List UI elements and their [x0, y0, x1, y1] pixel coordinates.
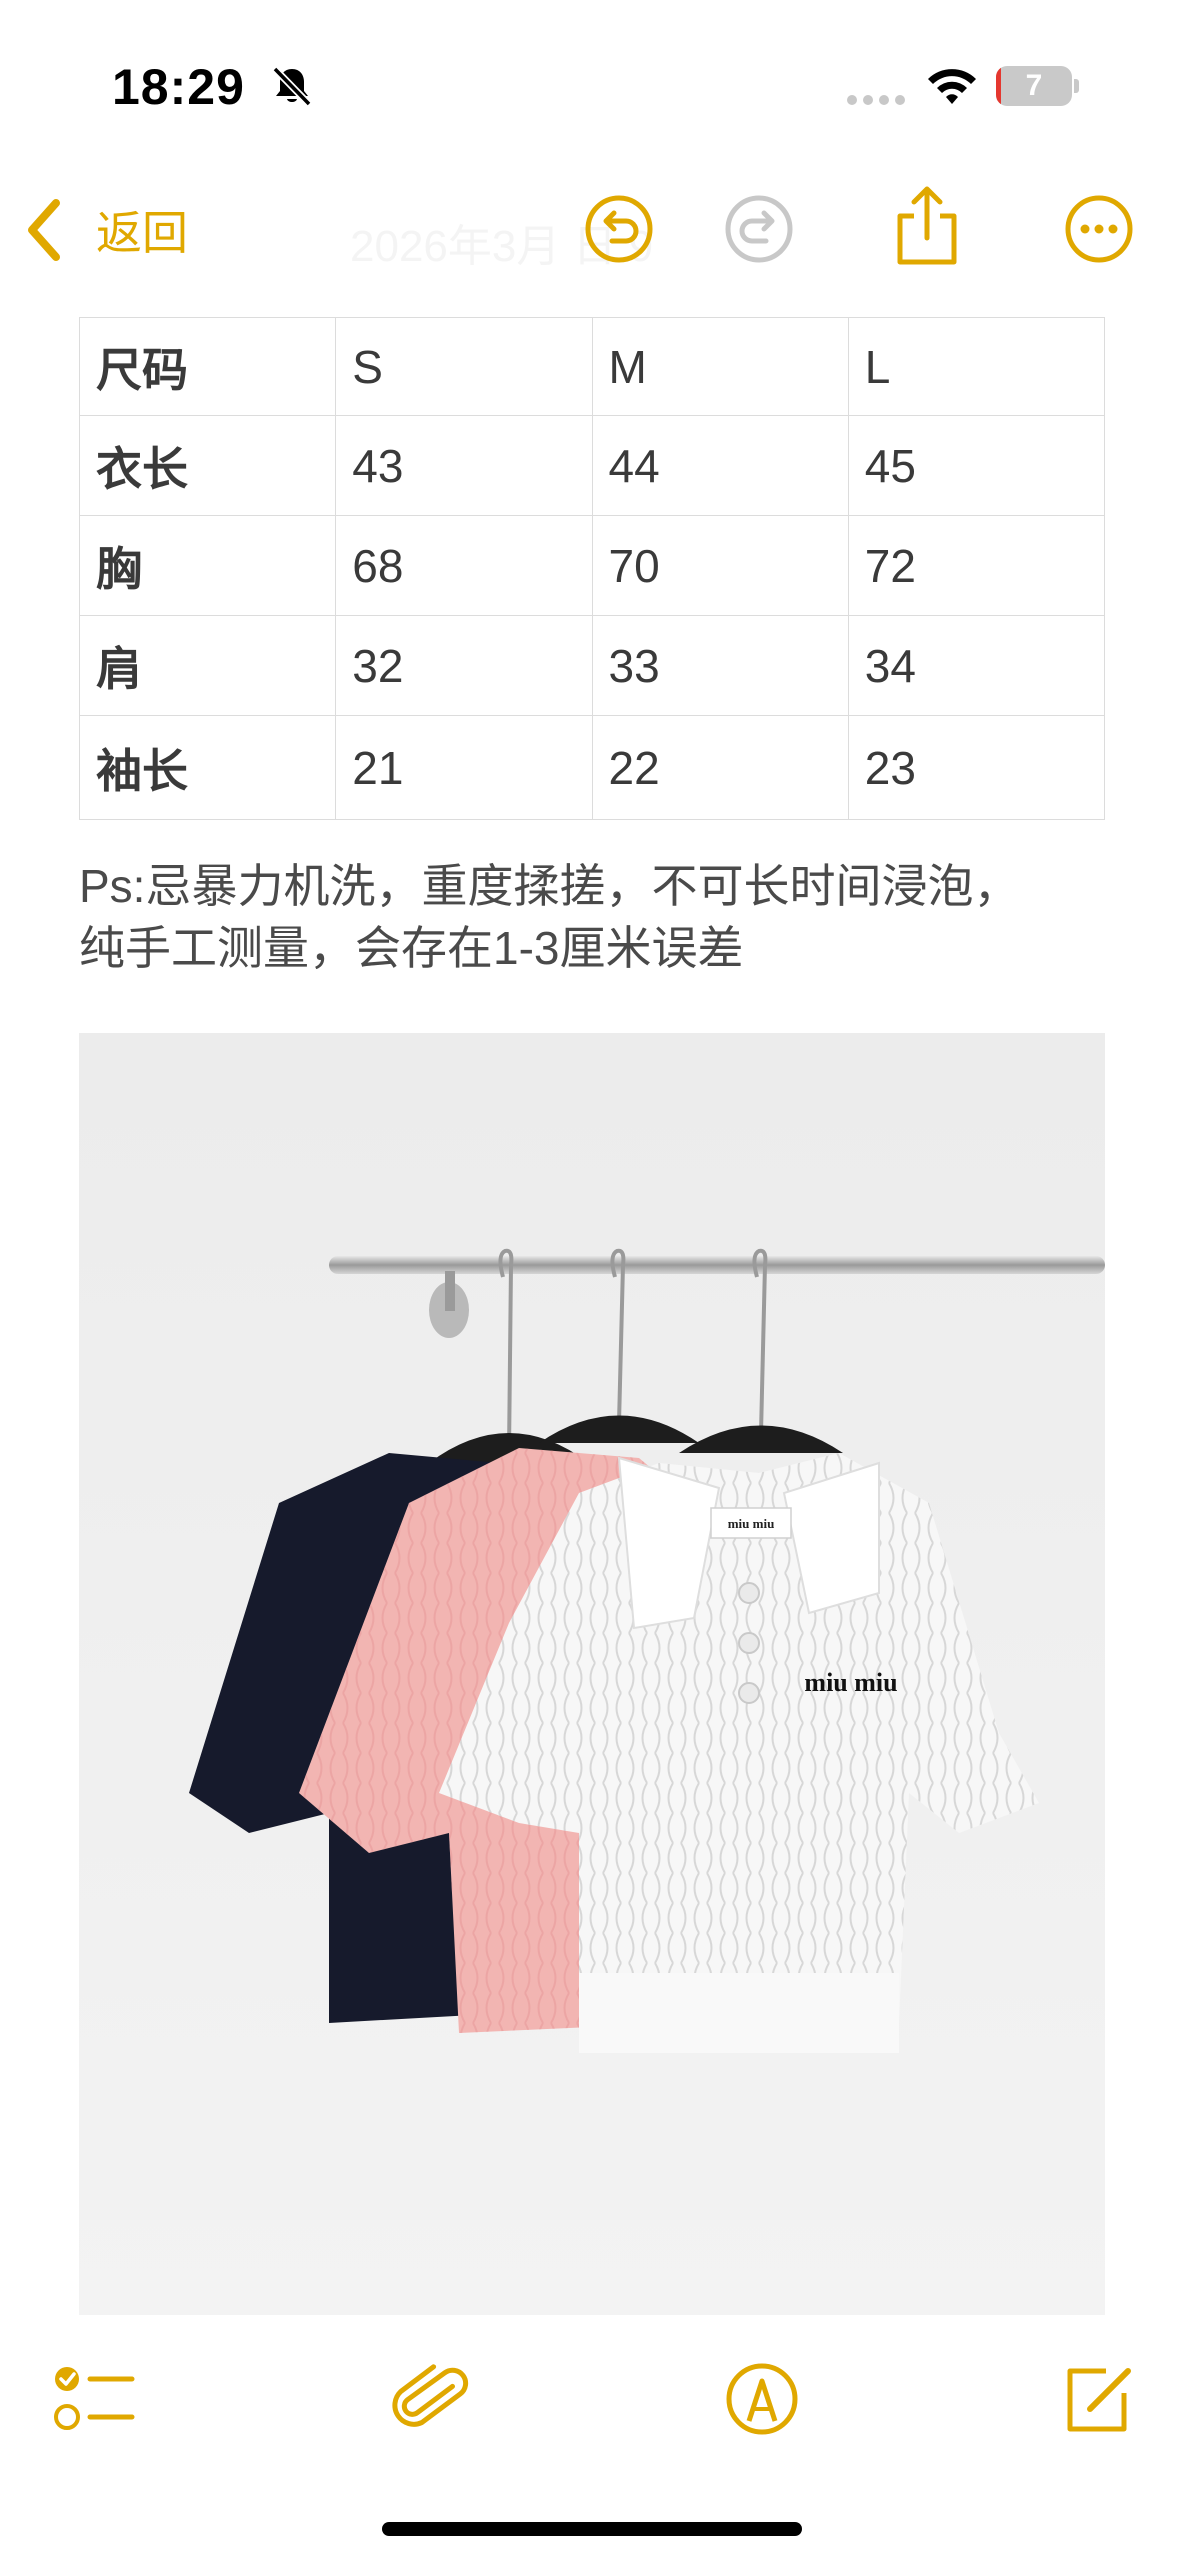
table-cell: 68 — [335, 515, 593, 616]
product-photo-illustration: miu miu miu miu — [79, 1033, 1105, 2315]
table-row-label: 袖长 — [78, 715, 337, 820]
bell-slash-icon — [272, 66, 312, 107]
more-icon[interactable] — [1062, 192, 1136, 266]
cellular-signal-icon — [847, 95, 905, 105]
table-cell: 34 — [847, 615, 1106, 716]
bottom-toolbar — [0, 2315, 1179, 2485]
note-line-measure: 纯手工测量，会存在1-3厘米误差 — [79, 922, 744, 974]
notes-page: 18:29 7 返回 2026年3月 日 9 尺码 S M L 衣长 43 44… — [0, 0, 1179, 2556]
table-cell: 32 — [335, 615, 593, 716]
table-cell: 44 — [591, 415, 849, 516]
table-cell: 70 — [591, 515, 849, 616]
table-cell: M — [591, 317, 849, 416]
table-row: 尺码 S M L — [78, 317, 1106, 416]
table-row: 袖长 21 22 23 — [78, 715, 1106, 820]
table-cell: 22 — [591, 715, 849, 820]
neck-tag-text: miu miu — [728, 1516, 775, 1531]
back-label: 返回 — [96, 207, 188, 259]
table-row-label: 衣长 — [78, 415, 337, 516]
note-text[interactable]: Ps:忌暴力机洗，重度揉搓，不可长时间浸泡， 纯手工测量，会存在1-3厘米误差 — [79, 855, 1139, 979]
table-row: 衣长 43 44 45 — [78, 415, 1106, 516]
table-cell: 72 — [847, 515, 1106, 616]
wifi-icon — [928, 69, 976, 104]
table-row-label: 肩 — [78, 615, 337, 716]
back-button[interactable]: 返回 — [22, 190, 188, 270]
checklist-icon[interactable] — [52, 2359, 136, 2439]
undo-icon[interactable] — [582, 192, 656, 266]
size-table: 尺码 S M L 衣长 43 44 45 胸 68 70 72 肩 32 33 34 袖长 21 22 23 — [78, 317, 1106, 820]
table-cell: 43 — [335, 415, 593, 516]
table-row: 肩 32 33 34 — [78, 615, 1106, 716]
paperclip-icon[interactable] — [392, 2359, 472, 2439]
brand-logo-text: miu miu — [804, 1668, 897, 1697]
markup-pen-icon[interactable] — [722, 2359, 802, 2439]
table-cell: 23 — [847, 715, 1106, 820]
status-time: 18:29 — [112, 59, 245, 115]
redo-icon[interactable] — [722, 192, 796, 266]
battery-level: 7 — [1025, 69, 1043, 102]
table-row-label: 尺码 — [78, 317, 337, 416]
compose-icon[interactable] — [1058, 2359, 1138, 2439]
share-icon[interactable] — [892, 184, 962, 268]
chevron-left-icon — [28, 199, 60, 261]
nav-bar: 返回 2026年3月 日 9 — [0, 170, 1179, 310]
table-cell: 33 — [591, 615, 849, 716]
battery-icon: 7 — [996, 66, 1079, 106]
table-cell: L — [847, 317, 1106, 416]
table-cell: S — [335, 317, 593, 416]
note-line-care: Ps:忌暴力机洗，重度揉搓，不可长时间浸泡， — [79, 860, 1020, 912]
table-cell: 21 — [335, 715, 593, 820]
table-row: 胸 68 70 72 — [78, 515, 1106, 616]
product-photo[interactable]: miu miu miu miu — [79, 1033, 1105, 2315]
status-bar: 18:29 7 — [0, 0, 1179, 170]
home-indicator[interactable] — [382, 2522, 802, 2536]
table-cell: 45 — [847, 415, 1106, 516]
table-row-label: 胸 — [78, 515, 337, 616]
